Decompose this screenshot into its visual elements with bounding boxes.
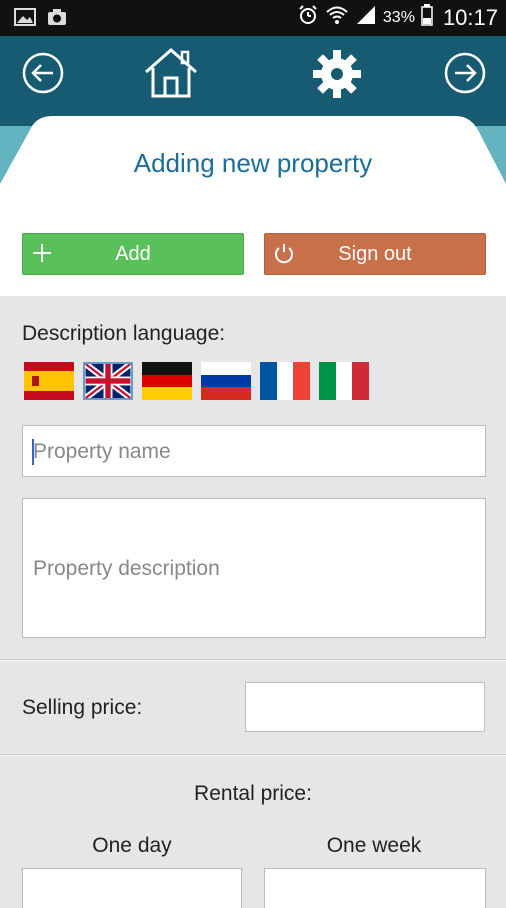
battery-percent: 33%	[382, 8, 415, 26]
one-day-price-input[interactable]	[22, 868, 242, 908]
section-divider-highlight	[0, 755, 506, 756]
selling-price-input[interactable]	[245, 682, 485, 732]
flag-uk-icon[interactable]	[83, 362, 133, 400]
language-selector	[24, 362, 369, 400]
settings-button[interactable]	[311, 48, 363, 105]
gallery-icon	[14, 7, 36, 32]
property-description-input[interactable]: Property description	[22, 498, 486, 638]
one-day-label: One day	[92, 834, 172, 857]
sign-out-button-label: Sign out	[338, 242, 412, 265]
plus-icon	[31, 242, 53, 270]
add-button[interactable]: Add	[22, 233, 244, 275]
one-week-price-input[interactable]	[264, 868, 486, 908]
flag-germany-icon[interactable]	[142, 362, 192, 400]
property-name-placeholder: Property name	[33, 440, 171, 463]
power-icon	[273, 242, 295, 270]
alarm-icon	[297, 4, 319, 31]
back-button[interactable]	[20, 52, 66, 98]
forward-button[interactable]	[442, 52, 488, 98]
flag-france-icon[interactable]	[260, 362, 310, 400]
status-bar: 33% 10:17	[0, 0, 506, 36]
one-week-label: One week	[326, 834, 422, 857]
home-icon	[142, 46, 200, 105]
add-button-label: Add	[115, 242, 151, 265]
flag-russia-icon[interactable]	[201, 362, 251, 400]
flag-spain-icon[interactable]	[24, 362, 74, 400]
arrow-right-circle-icon	[443, 51, 487, 100]
description-language-label: Description language:	[22, 322, 226, 345]
section-divider-highlight	[0, 660, 506, 661]
flag-italy-icon[interactable]	[319, 362, 369, 400]
camera-icon	[46, 7, 68, 32]
battery-icon	[421, 4, 433, 31]
property-description-placeholder: Property description	[33, 557, 220, 580]
clock: 10:17	[442, 4, 498, 30]
signal-icon	[355, 4, 377, 31]
rental-price-label: Rental price:	[194, 782, 312, 805]
arrow-left-circle-icon	[21, 51, 65, 100]
page-title: Adding new property	[133, 148, 373, 178]
property-name-input[interactable]: Property name	[22, 425, 486, 477]
selling-price-label: Selling price:	[22, 696, 143, 719]
home-button[interactable]	[142, 46, 200, 105]
gear-icon	[311, 48, 363, 105]
sign-out-button[interactable]: Sign out	[264, 233, 486, 275]
wifi-icon	[325, 4, 349, 31]
